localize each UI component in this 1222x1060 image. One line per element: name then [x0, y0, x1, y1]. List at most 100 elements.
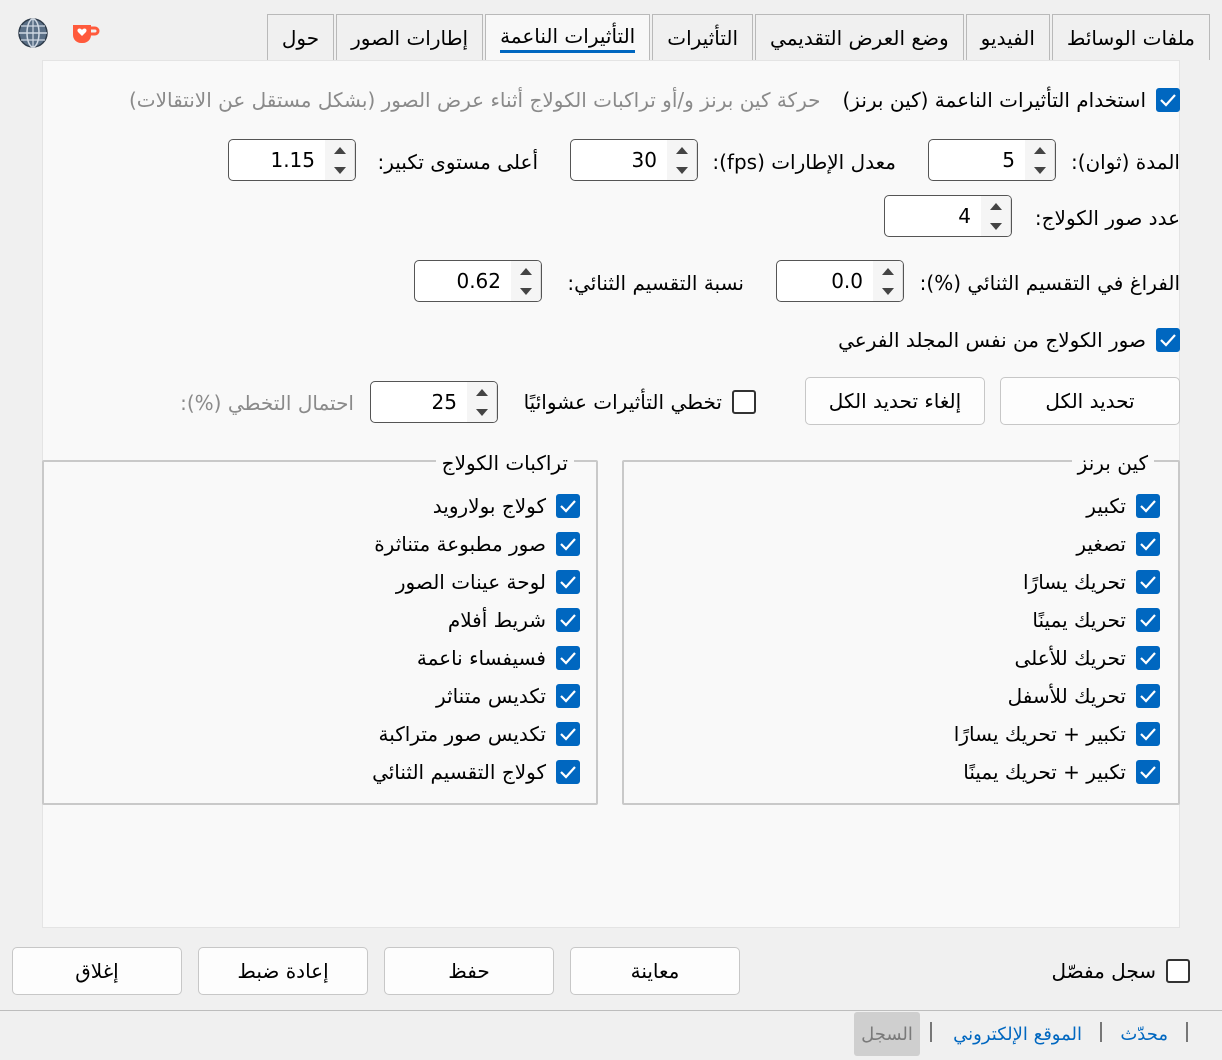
collage-item[interactable]: كولاج بولارويد	[433, 494, 580, 518]
collage-checkbox[interactable]	[556, 646, 580, 670]
collage-checkbox[interactable]	[556, 608, 580, 632]
verbose-log-label: سجل مفصّل	[1051, 959, 1157, 983]
tab-effects[interactable]: التأثيرات	[652, 14, 754, 60]
split-gap-spinbox[interactable]: 0.0	[776, 260, 904, 302]
spin-down-icon[interactable]	[981, 216, 1010, 236]
ken-burns-checkbox[interactable]	[1136, 494, 1160, 518]
footer-separator	[930, 1022, 932, 1042]
reset-button[interactable]: إعادة ضبط	[198, 947, 368, 995]
collage-item-label: تكديس متناثر	[435, 684, 546, 708]
ken-burns-checkbox[interactable]	[1136, 684, 1160, 708]
fps-spinbox[interactable]: 30	[570, 139, 698, 181]
close-button[interactable]: إغلاق	[12, 947, 182, 995]
deselect-all-button[interactable]: إلغاء تحديد الكل	[805, 377, 985, 425]
ken-burns-checkbox[interactable]	[1136, 646, 1160, 670]
tab-video[interactable]: الفيديو	[965, 14, 1050, 60]
collage-item[interactable]: تكديس متناثر	[436, 684, 580, 708]
split-ratio-spinbox[interactable]: 0.62	[414, 260, 542, 302]
ken-burns-item[interactable]: تحريك للأسفل	[1008, 684, 1160, 708]
spin-down-icon[interactable]	[325, 160, 354, 180]
random-skip-label: تخطي التأثيرات عشوائيًا	[523, 390, 722, 414]
duration-spinbox[interactable]: 5	[928, 139, 1056, 181]
spin-arrows[interactable]	[667, 140, 697, 180]
collage-checkbox[interactable]	[556, 494, 580, 518]
ken-burns-item[interactable]: تكبير + تحريك يمينًا	[963, 760, 1160, 784]
tab-about[interactable]: حول	[266, 14, 335, 60]
spin-up-icon[interactable]	[1025, 140, 1054, 160]
updated-link[interactable]: محدّث	[1120, 1024, 1168, 1045]
collage-item[interactable]: كولاج التقسيم الثنائي	[372, 760, 580, 784]
collage-checkbox[interactable]	[556, 722, 580, 746]
collage-item[interactable]: فسيفساء ناعمة	[417, 646, 580, 670]
collage-item-label: تكديس صور متراكبة	[378, 722, 546, 746]
preview-button[interactable]: معاينة	[570, 947, 740, 995]
spin-arrows[interactable]	[467, 382, 497, 422]
ken-burns-item[interactable]: تحريك يسارًا	[1023, 570, 1160, 594]
collage-item[interactable]: لوحة عينات الصور	[396, 570, 580, 594]
footer-separator	[1100, 1022, 1102, 1042]
random-skip-checkbox[interactable]	[732, 390, 756, 414]
coffee-heart-icon[interactable]	[68, 16, 102, 50]
same-folder-row: صور الكولاج من نفس المجلد الفرعي	[838, 328, 1180, 352]
website-link[interactable]: الموقع الإلكتروني	[953, 1024, 1082, 1045]
ken-burns-item[interactable]: تكبير	[1086, 494, 1160, 518]
spin-arrows[interactable]	[873, 261, 903, 301]
use-smooth-effects-checkbox[interactable]	[1156, 88, 1180, 112]
spin-up-icon[interactable]	[667, 140, 696, 160]
skip-probability-value: 25	[431, 390, 457, 414]
collage-item-label: صور مطبوعة متناثرة	[374, 532, 546, 556]
spin-arrows[interactable]	[981, 196, 1011, 236]
spin-down-icon[interactable]	[667, 160, 696, 180]
ken-burns-checkbox[interactable]	[1136, 570, 1160, 594]
collage-checkbox[interactable]	[556, 684, 580, 708]
footer-separator	[1186, 1022, 1188, 1042]
spin-up-icon[interactable]	[873, 261, 902, 281]
tab-presentation-mode[interactable]: وضع العرض التقديمي	[755, 14, 964, 60]
ken-burns-item[interactable]: تحريك يمينًا	[1032, 608, 1160, 632]
save-button[interactable]: حفظ	[384, 947, 554, 995]
spin-down-icon[interactable]	[511, 281, 540, 301]
spin-down-icon[interactable]	[467, 402, 496, 422]
collage-item[interactable]: شريط أفلام	[448, 608, 580, 632]
ken-burns-item[interactable]: تصغير	[1076, 532, 1160, 556]
ken-burns-item-label: تحريك للأعلى	[1014, 646, 1126, 670]
spin-arrows[interactable]	[511, 261, 541, 301]
tab-media-files[interactable]: ملفات الوسائط	[1051, 14, 1210, 60]
globe-icon[interactable]	[16, 16, 50, 50]
collage-item-label: لوحة عينات الصور	[395, 570, 546, 594]
spin-down-icon[interactable]	[873, 281, 902, 301]
collage-checkbox[interactable]	[556, 570, 580, 594]
log-button[interactable]: السجل	[854, 1012, 920, 1056]
collage-item-label: كولاج التقسيم الثنائي	[372, 760, 546, 784]
random-skip-row: تخطي التأثيرات عشوائيًا	[524, 390, 756, 414]
ken-burns-item[interactable]: تكبير + تحريك يسارًا	[954, 722, 1160, 746]
ken-burns-item-label: تحريك للأسفل	[1007, 684, 1126, 708]
collage-checkbox[interactable]	[556, 532, 580, 556]
skip-probability-spinbox[interactable]: 25	[370, 381, 498, 423]
split-gap-label: الفراغ في التقسيم الثنائي (%):	[919, 271, 1180, 295]
collage-checkbox[interactable]	[556, 760, 580, 784]
use-smooth-effects-label: استخدام التأثيرات الناعمة (كين برنز)	[842, 88, 1146, 112]
spin-up-icon[interactable]	[981, 196, 1010, 216]
max-zoom-spinbox[interactable]: 1.15	[228, 139, 356, 181]
select-all-button[interactable]: تحديد الكل	[1000, 377, 1180, 425]
ken-burns-checkbox[interactable]	[1136, 760, 1160, 784]
collage-item[interactable]: صور مطبوعة متناثرة	[374, 532, 580, 556]
collage-item[interactable]: تكديس صور متراكبة	[379, 722, 580, 746]
spin-up-icon[interactable]	[467, 382, 496, 402]
ken-burns-checkbox[interactable]	[1136, 608, 1160, 632]
ken-burns-item[interactable]: تحريك للأعلى	[1014, 646, 1160, 670]
spin-up-icon[interactable]	[325, 140, 354, 160]
verbose-log-checkbox[interactable]	[1166, 959, 1190, 983]
collage-count-spinbox[interactable]: 4	[884, 195, 1012, 237]
tab-photo-frames[interactable]: إطارات الصور	[336, 14, 484, 60]
spin-up-icon[interactable]	[511, 261, 540, 281]
spin-down-icon[interactable]	[1025, 160, 1054, 180]
spin-arrows[interactable]	[1025, 140, 1055, 180]
same-folder-checkbox[interactable]	[1156, 328, 1180, 352]
tab-smooth-effects[interactable]: التأثيرات الناعمة	[485, 14, 651, 62]
spin-arrows[interactable]	[325, 140, 355, 180]
ken-burns-checkbox[interactable]	[1136, 532, 1160, 556]
ken-burns-checkbox[interactable]	[1136, 722, 1160, 746]
max-zoom-value: 1.15	[270, 148, 315, 172]
